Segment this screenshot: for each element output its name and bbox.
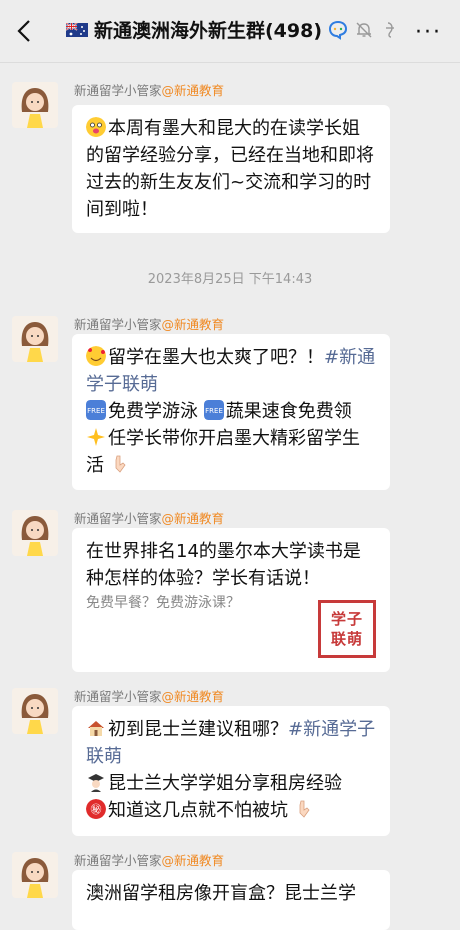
back-arrow-icon[interactable]: [14, 19, 36, 43]
message-line: 初到昆士兰建议租哪？: [108, 719, 288, 740]
tongue-out-face-emoji-icon: [86, 117, 106, 137]
message-line: 蔬果速食免费领: [225, 401, 352, 422]
message-text: 澳洲留学租房像开盲盒？昆士兰学: [86, 883, 356, 904]
girl-avatar-icon: [12, 82, 58, 128]
sender-name: 新通留学小管家: [74, 853, 162, 868]
secret-badge-icon: ㊙: [86, 799, 106, 819]
card-logo-line: 学子: [330, 610, 363, 628]
sender-org: @新通教育: [161, 511, 225, 526]
sender-name: 新通留学小管家: [74, 317, 162, 332]
message-bubble[interactable]: 澳洲留学租房像开盲盒？昆士兰学: [72, 870, 390, 930]
sender-name: 新通留学小管家: [74, 511, 162, 526]
sender-label: 新通留学小管家@新通教育: [74, 850, 224, 869]
wecom-chat-icon: [329, 20, 348, 40]
avatar[interactable]: [12, 852, 58, 898]
mute-bell-icon: [356, 22, 372, 37]
svg-text:FREE: FREE: [205, 407, 223, 415]
more-options-icon[interactable]: ···: [415, 20, 442, 45]
pointing-down-hand-icon: [115, 455, 126, 473]
card-logo-line: 联萌: [330, 630, 363, 648]
chat-title: 新通澳洲海外新生群(498): [94, 20, 323, 42]
avatar[interactable]: [12, 316, 58, 362]
svg-text:FREE: FREE: [87, 407, 105, 415]
link-card[interactable]: 在世界排名14的墨尔本大学读书是种怎样的体验？学长有话说！ 免费早餐？免费游泳课…: [72, 528, 390, 672]
girl-avatar-icon: [12, 316, 58, 362]
timestamp: 2023年8月25日 下午14:43: [147, 272, 313, 287]
title-group: 新通澳洲海外新生群(498): [66, 16, 400, 43]
sender-label: 新通留学小管家@新通教育: [74, 314, 224, 333]
message-bubble[interactable]: 初到昆士兰建议租哪？#新通学子联萌 昆士兰大学学姐分享租房经验 ㊙ 知道这几点就…: [72, 706, 390, 836]
chat-header: 新通澳洲海外新生群(498) ···: [0, 0, 460, 63]
graduate-student-icon: [88, 774, 104, 792]
card-logo: 学子 联萌: [318, 600, 376, 658]
message-bubble[interactable]: 留学在墨大也太爽了吧？！#新通学子联萌 FREE 免费学游泳 FREE 蔬果速食…: [72, 334, 390, 490]
sender-name: 新通留学小管家: [74, 83, 162, 98]
message-text: 本周有墨大和昆大的在读学长姐的留学经验分享，已经在当地和即将过去的新生友友们~交…: [86, 118, 374, 220]
message-line: 留学在墨大也太爽了吧？！: [108, 347, 324, 368]
smiling-hearts-emoji-icon: [86, 346, 106, 366]
free-badge-icon: FREE: [203, 400, 224, 420]
avatar[interactable]: [12, 510, 58, 556]
pin-icon: [386, 21, 395, 38]
girl-avatar-icon: [12, 852, 58, 898]
girl-avatar-icon: [12, 510, 58, 556]
message-bubble[interactable]: 本周有墨大和昆大的在读学长姐的留学经验分享，已经在当地和即将过去的新生友友们~交…: [72, 105, 390, 233]
australia-flag-icon: [66, 22, 88, 37]
house-icon: [88, 721, 104, 736]
message-line: 昆士兰大学学姐分享租房经验: [108, 773, 342, 794]
message-line: 免费学游泳: [108, 401, 198, 422]
sender-label: 新通留学小管家@新通教育: [74, 80, 224, 99]
sender-label: 新通留学小管家@新通教育: [74, 686, 224, 705]
sender-org: @新通教育: [161, 689, 225, 704]
sender-name: 新通留学小管家: [74, 689, 162, 704]
card-title: 在世界排名14的墨尔本大学读书是种怎样的体验？学长有话说！: [86, 541, 361, 589]
free-badge-icon: FREE: [86, 400, 106, 420]
sparkle-star-icon: [87, 428, 105, 446]
svg-text:㊙: ㊙: [91, 803, 102, 816]
avatar[interactable]: [12, 82, 58, 128]
sender-org: @新通教育: [161, 317, 225, 332]
message-line: 知道这几点就不怕被坑: [108, 800, 288, 821]
pointing-down-hand-icon: [299, 800, 310, 818]
sender-label: 新通留学小管家@新通教育: [74, 508, 224, 527]
sender-org: @新通教育: [161, 853, 225, 868]
sender-org: @新通教育: [161, 83, 225, 98]
girl-avatar-icon: [12, 688, 58, 734]
avatar[interactable]: [12, 688, 58, 734]
